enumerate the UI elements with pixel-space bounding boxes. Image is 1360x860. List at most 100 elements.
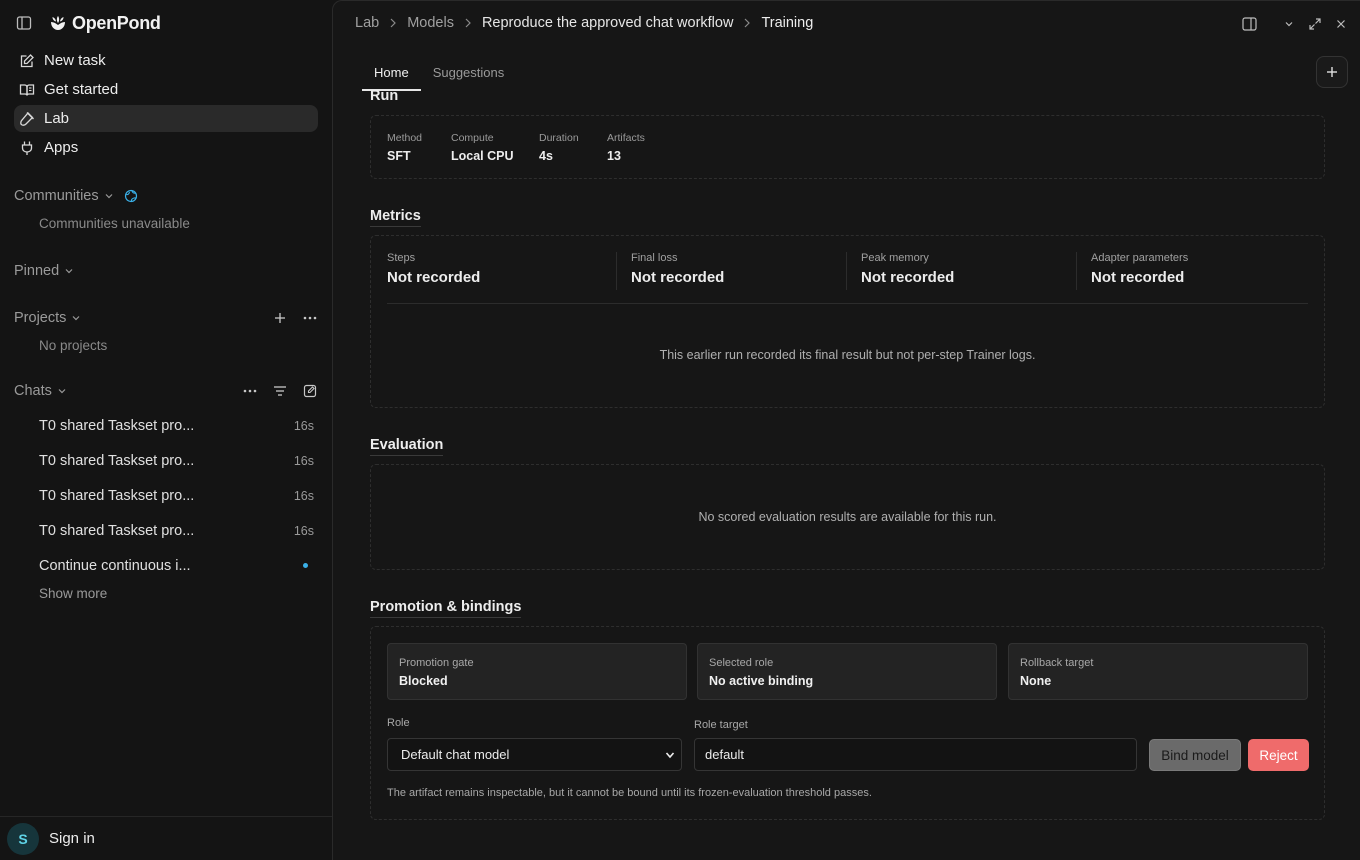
chat-title: T0 shared Taskset pro... — [39, 417, 195, 434]
sign-in-button[interactable]: S Sign in — [0, 816, 332, 860]
metric-adapter-parameters: Adapter parameters Not recorded — [1091, 252, 1188, 286]
role-target-label: Role target — [694, 719, 748, 731]
chevron-right-icon — [743, 18, 751, 28]
divider — [387, 303, 1308, 304]
nav-get-started[interactable]: Get started — [14, 76, 318, 103]
globe-icon[interactable] — [124, 189, 138, 203]
close-icon[interactable] — [1332, 15, 1350, 33]
run-field-value: Local CPU — [451, 149, 514, 163]
chat-item[interactable]: T0 shared Taskset pro... 16s — [14, 513, 318, 548]
chat-title: T0 shared Taskset pro... — [39, 452, 195, 469]
run-card: Method SFT Compute Local CPU Duration 4s… — [370, 115, 1325, 179]
metric-key: Peak memory — [861, 252, 929, 264]
metrics-note: This earlier run recorded its final resu… — [659, 348, 1036, 362]
nav-label: Apps — [44, 139, 79, 156]
chats-label: Chats — [14, 383, 52, 399]
breadcrumb-lab[interactable]: Lab — [355, 15, 379, 31]
chevron-down-icon — [57, 386, 67, 396]
status-key: Promotion gate — [399, 657, 474, 669]
role-select[interactable]: Default chat model — [387, 738, 682, 771]
chat-title: T0 shared Taskset pro... — [39, 522, 195, 539]
metric-peak-memory: Peak memory Not recorded — [861, 252, 954, 286]
main-panel: Lab Models Reproduce the approved chat w… — [332, 0, 1360, 860]
brand-name: OpenPond — [72, 12, 161, 33]
add-project-icon[interactable] — [272, 310, 288, 326]
add-button[interactable] — [1316, 56, 1348, 88]
role-label: Role — [387, 717, 410, 729]
chevron-right-icon — [389, 18, 397, 28]
logo[interactable]: OpenPond — [48, 13, 161, 34]
tab-home[interactable]: Home — [362, 61, 421, 91]
plug-icon — [18, 139, 36, 157]
more-icon[interactable] — [242, 383, 258, 399]
nav-label: Lab — [44, 110, 70, 127]
nav-lab[interactable]: Lab — [14, 105, 318, 132]
filter-icon[interactable] — [272, 383, 288, 399]
run-duration: Duration 4s — [539, 132, 579, 163]
chevron-down-icon — [665, 750, 675, 760]
run-field-key: Duration — [539, 132, 579, 144]
breadcrumb-workflow[interactable]: Reproduce the approved chat workflow — [482, 15, 733, 31]
chat-age: 16s — [293, 418, 314, 433]
run-artifacts: Artifacts 13 — [607, 132, 645, 163]
metrics-card: Steps Not recorded Final loss Not record… — [370, 235, 1325, 408]
expand-icon[interactable] — [1306, 15, 1324, 33]
chats-header[interactable]: Chats — [14, 381, 318, 401]
run-field-key: Artifacts — [607, 132, 645, 144]
run-method: Method SFT — [387, 132, 422, 163]
nav-new-task[interactable]: New task — [14, 47, 318, 74]
chat-item[interactable]: T0 shared Taskset pro... 16s — [14, 478, 318, 513]
chat-title: Continue continuous i... — [39, 557, 191, 574]
status-value: None — [1020, 674, 1052, 688]
breadcrumb-models[interactable]: Models — [407, 15, 454, 31]
status-value: No active binding — [709, 674, 814, 688]
chevron-down-icon[interactable] — [1280, 15, 1298, 33]
divider — [1076, 252, 1077, 290]
tab-suggestions[interactable]: Suggestions — [421, 61, 517, 90]
book-icon — [18, 81, 36, 99]
communities-empty: Communities unavailable — [39, 216, 190, 231]
breadcrumb-training: Training — [761, 15, 814, 31]
communities-header[interactable]: Communities — [14, 186, 318, 206]
panel-toggle-icon[interactable] — [1240, 15, 1258, 33]
reject-button[interactable]: Reject — [1248, 739, 1309, 771]
status-value: Blocked — [399, 674, 448, 688]
metric-key: Steps — [387, 252, 416, 264]
metric-final-loss: Final loss Not recorded — [631, 252, 724, 286]
run-field-key: Method — [387, 132, 423, 144]
brand-row: OpenPond — [14, 10, 161, 36]
projects-actions — [272, 310, 318, 326]
pinned-header[interactable]: Pinned — [14, 261, 318, 281]
chat-age: 16s — [293, 453, 314, 468]
nav-apps[interactable]: Apps — [14, 134, 318, 161]
openpond-logo-icon — [51, 16, 65, 30]
chat-item[interactable]: Continue continuous i... — [14, 548, 318, 583]
metrics-title: Metrics — [370, 208, 421, 227]
sidebar-toggle-icon[interactable] — [14, 13, 34, 33]
evaluation-section-title: Evaluation — [370, 437, 444, 456]
run-field-value: 13 — [607, 149, 621, 163]
projects-header[interactable]: Projects — [14, 308, 318, 328]
chat-item[interactable]: T0 shared Taskset pro... 16s — [14, 408, 318, 443]
chat-age: 16s — [293, 488, 314, 503]
show-more-link[interactable]: Show more — [39, 586, 107, 601]
chevron-right-icon — [464, 18, 472, 28]
nav-label: New task — [44, 52, 106, 69]
promotion-card: Promotion gate Blocked Selected role No … — [370, 626, 1325, 820]
new-chat-icon[interactable] — [302, 383, 318, 399]
chat-item[interactable]: T0 shared Taskset pro... 16s — [14, 443, 318, 478]
projects-empty: No projects — [39, 338, 108, 353]
evaluation-note: No scored evaluation results are availab… — [698, 510, 997, 524]
run-field-key: Compute — [451, 132, 494, 144]
chat-list: T0 shared Taskset pro... 16s T0 shared T… — [14, 408, 318, 583]
flask-icon — [18, 110, 36, 128]
sidebar: OpenPond New task Get started Lab Apps C… — [0, 0, 332, 860]
promotion-title: Promotion & bindings — [370, 599, 522, 618]
promotion-footnote: The artifact remains inspectable, but it… — [387, 787, 872, 799]
more-icon[interactable] — [302, 310, 318, 326]
bind-model-button[interactable]: Bind model — [1149, 739, 1241, 771]
run-field-value: 4s — [539, 149, 553, 163]
projects-label: Projects — [14, 310, 67, 326]
role-target-input[interactable] — [694, 738, 1137, 771]
chevron-down-icon — [104, 191, 114, 201]
